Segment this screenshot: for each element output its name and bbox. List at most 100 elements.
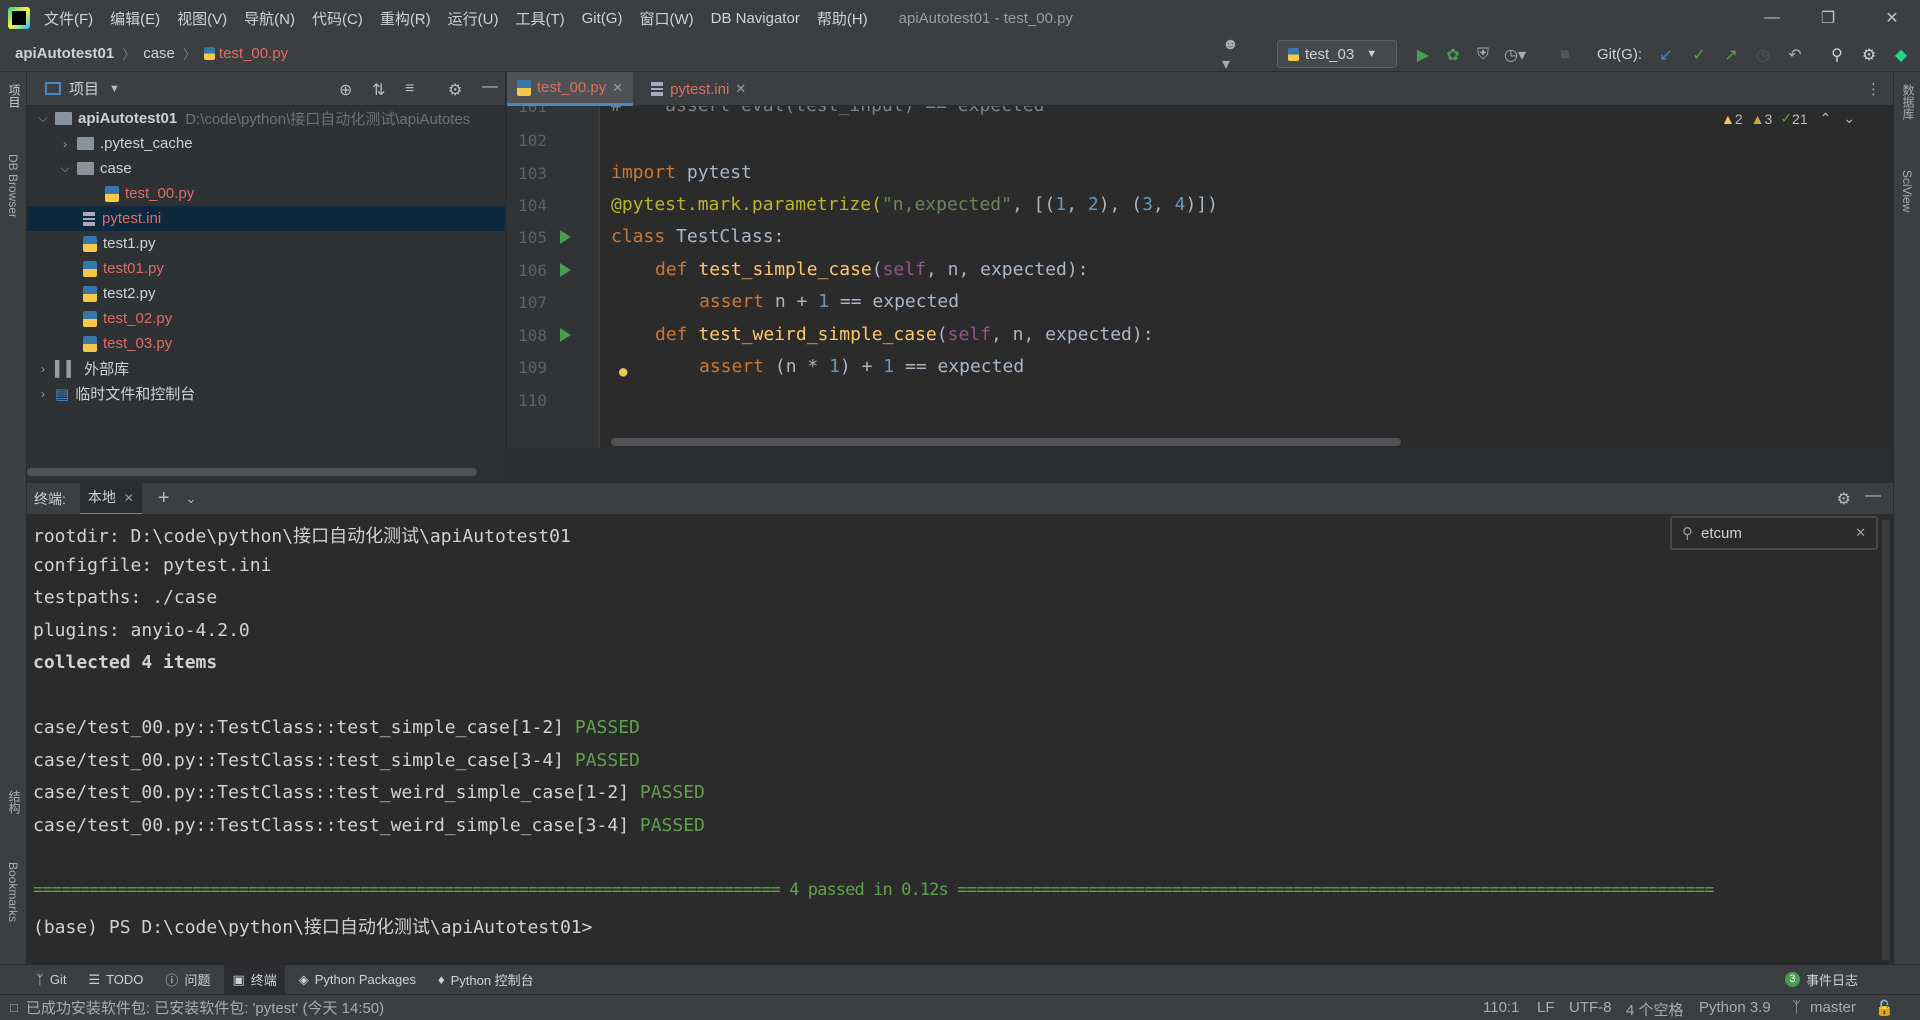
line-separator[interactable]: LF — [1537, 999, 1555, 1016]
close-tab-icon[interactable]: ✕ — [612, 80, 623, 96]
lightbulb-icon[interactable]: ● — [619, 364, 627, 380]
tool-tab-python-console[interactable]: ♦ Python 控制台 — [438, 970, 534, 989]
lock-icon[interactable]: 🔓 — [1875, 999, 1894, 1017]
tree-item-test-03[interactable]: test_03.py — [27, 331, 505, 356]
horizontal-scrollbar[interactable] — [27, 468, 477, 476]
tab-test-00[interactable]: test_00.py ✕ — [507, 72, 634, 106]
breadcrumb-file[interactable]: test_00.py — [219, 45, 288, 62]
tool-tab-git[interactable]: ᛉ Git — [36, 972, 66, 987]
git-update-icon[interactable]: ↙ — [1655, 44, 1677, 66]
menu-window[interactable]: 窗口(W) — [639, 8, 693, 29]
sciview-tool-button[interactable]: SciView — [1900, 170, 1914, 212]
menu-refactor[interactable]: 重构(R) — [380, 8, 431, 29]
breadcrumb-project[interactable]: apiAutotest01 — [15, 45, 114, 62]
tool-tab-problems[interactable]: ⓘ 问题 — [165, 970, 210, 989]
chevron-down-icon[interactable]: ⌄ — [1843, 110, 1855, 127]
caret-position[interactable]: 110:1 — [1483, 999, 1519, 1016]
menu-view[interactable]: 视图(V) — [177, 8, 227, 29]
menu-help[interactable]: 帮助(H) — [817, 8, 868, 29]
close-tab-icon[interactable]: ✕ — [124, 491, 134, 505]
tree-item-project-root[interactable]: ⌵ apiAutotest01 D:\code\python\接口自动化测试\a… — [27, 106, 505, 131]
run-gutter-icon[interactable] — [560, 230, 571, 244]
add-terminal-icon[interactable]: + — [158, 487, 170, 510]
tree-item-scratches[interactable]: › ▤ 临时文件和控制台 — [27, 381, 505, 406]
profile-icon[interactable]: ◷▾ — [1504, 44, 1526, 66]
hide-panel-icon[interactable]: — — [1865, 487, 1881, 505]
run-icon[interactable]: ▶ — [1412, 44, 1434, 66]
bookmarks-tool-button[interactable]: Bookmarks — [6, 862, 20, 922]
tool-tab-terminal[interactable]: ▣ 终端 — [224, 965, 285, 994]
collapse-all-icon[interactable]: ≡ — [405, 80, 414, 98]
menu-navigate[interactable]: 导航(N) — [244, 8, 295, 29]
menu-file[interactable]: 文件(F) — [44, 8, 93, 29]
tool-tab-event-log[interactable]: 3 事件日志 — [1784, 970, 1858, 989]
menu-db-navigator[interactable]: DB Navigator — [711, 10, 800, 27]
debug-icon[interactable]: ✿ — [1442, 44, 1464, 66]
inspection-widget[interactable]: ▲ 2 ▲ 3 ✓ 21 ⌃ ⌄ — [1721, 110, 1855, 127]
jetbrains-toolbox-icon[interactable]: ◆ — [1890, 44, 1912, 66]
close-tab-icon[interactable]: ✕ — [735, 81, 746, 97]
chevron-right-icon[interactable]: › — [35, 387, 51, 401]
tool-tab-todo[interactable]: ☰ TODO — [88, 972, 143, 988]
run-configuration-select[interactable]: test_03 ▼ — [1277, 40, 1397, 68]
chevron-down-icon[interactable]: ⌄ — [186, 491, 197, 507]
run-gutter-icon[interactable] — [560, 328, 571, 342]
database-tool-button[interactable]: 数据库 — [1900, 84, 1917, 120]
close-icon[interactable]: ✕ — [1864, 0, 1920, 36]
file-encoding[interactable]: UTF-8 — [1569, 999, 1612, 1016]
tab-local-terminal[interactable]: 本地 ✕ — [79, 481, 142, 516]
tree-item-external-libraries[interactable]: › ▍▍ 外部库 — [27, 356, 505, 381]
git-branch[interactable]: master — [1810, 999, 1856, 1016]
horizontal-scrollbar[interactable] — [611, 438, 1401, 446]
python-interpreter[interactable]: Python 3.9 — [1699, 999, 1771, 1016]
minimize-icon[interactable]: — — [1744, 0, 1800, 36]
chevron-up-icon[interactable]: ⌃ — [1820, 110, 1832, 127]
locate-icon[interactable]: ⊕ — [339, 80, 352, 100]
menu-edit[interactable]: 编辑(E) — [110, 8, 160, 29]
hide-panel-icon[interactable]: — — [482, 78, 498, 96]
tree-item-pytest-cache[interactable]: › .pytest_cache — [27, 131, 505, 156]
db-browser-tool-button[interactable]: DB Browser — [6, 154, 20, 218]
coverage-icon[interactable]: ⛨ — [1472, 44, 1494, 66]
menu-run[interactable]: 运行(U) — [448, 8, 499, 29]
tab-pytest-ini[interactable]: pytest.ini ✕ — [641, 72, 756, 106]
tool-tab-python-packages[interactable]: ◈ Python Packages — [299, 972, 416, 988]
chevron-down-icon[interactable]: ▼ — [109, 83, 120, 95]
vertical-scrollbar[interactable] — [1882, 520, 1890, 960]
search-icon[interactable]: ⚲ — [1826, 44, 1848, 66]
project-panel-title[interactable]: 项目 — [69, 78, 99, 99]
rollback-icon[interactable]: ↶ — [1784, 44, 1806, 66]
terminal-search-field[interactable]: ⚲ etcum ✕ — [1670, 516, 1878, 550]
git-history-icon[interactable]: ◷ — [1752, 44, 1774, 66]
tree-item-pytest-ini[interactable]: pytest.ini — [27, 206, 505, 231]
tree-item-test2[interactable]: test2.py — [27, 281, 505, 306]
tree-item-test-02[interactable]: test_02.py — [27, 306, 505, 331]
chevron-right-icon[interactable]: › — [35, 362, 51, 376]
tree-item-test-00[interactable]: test_00.py — [27, 181, 505, 206]
tree-item-test1[interactable]: test1.py — [27, 231, 505, 256]
code-editor[interactable]: 101 102 103 104 105 106 107 108 109 110 … — [507, 106, 1893, 448]
terminal-output[interactable]: rootdir: D:\code\python\接口自动化测试\apiAutot… — [27, 514, 1893, 964]
chevron-down-icon[interactable]: ⌵ — [35, 111, 51, 126]
clear-search-icon[interactable]: ✕ — [1855, 525, 1866, 541]
indent-setting[interactable]: 4 个空格 — [1626, 999, 1684, 1020]
tree-item-case[interactable]: ⌵ case — [27, 156, 505, 181]
menu-git[interactable]: Git(G) — [582, 10, 623, 27]
restore-icon[interactable]: ❐ — [1800, 0, 1856, 36]
gear-icon[interactable]: ⚙ — [448, 80, 462, 100]
structure-tool-button[interactable]: 结构 — [6, 790, 23, 814]
gear-icon[interactable]: ⚙ — [1837, 489, 1851, 509]
menu-code[interactable]: 代码(C) — [312, 8, 363, 29]
settings-icon[interactable]: ⚙ — [1858, 44, 1880, 66]
stop-icon[interactable]: ■ — [1554, 44, 1576, 66]
status-message[interactable]: 已成功安装软件包: 已安装软件包: 'pytest' (今天 14:50) — [26, 997, 384, 1018]
git-push-icon[interactable]: ↗ — [1720, 44, 1742, 66]
git-commit-icon[interactable]: ✓ — [1688, 44, 1710, 66]
project-tool-button[interactable]: 项目 — [6, 84, 23, 108]
tree-item-test01[interactable]: test01.py — [27, 256, 505, 281]
toggle-tool-windows-icon[interactable]: □ — [10, 1000, 18, 1015]
menu-tools[interactable]: 工具(T) — [515, 8, 564, 29]
run-gutter-icon[interactable] — [560, 263, 571, 277]
user-icon[interactable]: ☻▾ — [1222, 36, 1244, 73]
more-options-icon[interactable]: ⋮ — [1866, 80, 1881, 98]
